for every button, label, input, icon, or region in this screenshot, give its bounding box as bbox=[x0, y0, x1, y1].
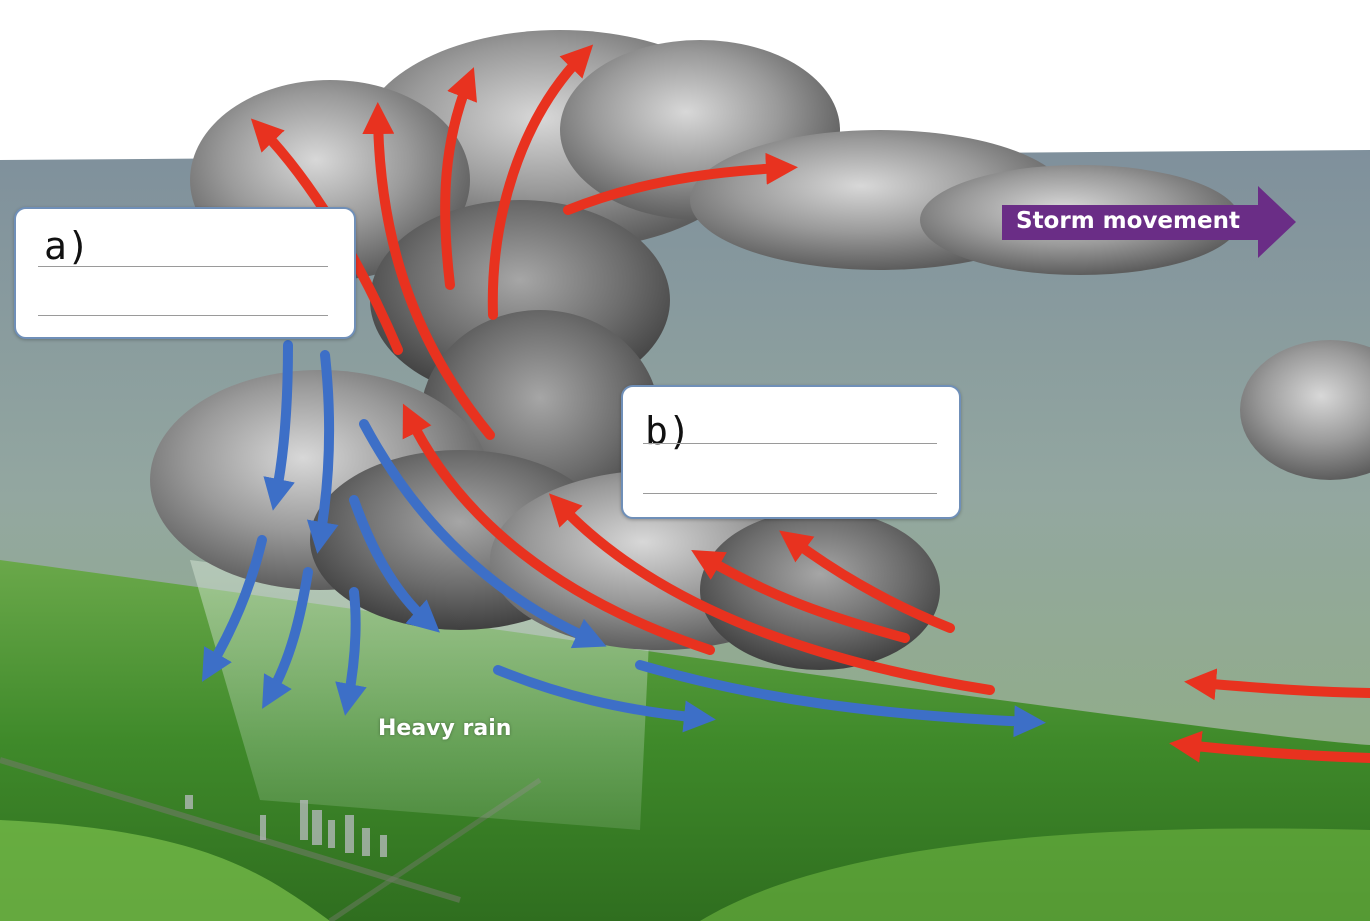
heavy-rain-label: Heavy rain bbox=[378, 716, 512, 741]
answer-box-a[interactable]: a) bbox=[14, 207, 356, 339]
thunderstorm-diagram: a) b) Storm movement Heavy rain bbox=[0, 0, 1370, 921]
label-b: b) bbox=[645, 409, 691, 453]
answer-line bbox=[643, 493, 937, 494]
answer-line bbox=[38, 315, 328, 316]
storm-movement-label: Storm movement bbox=[1016, 208, 1240, 234]
answer-line bbox=[643, 443, 937, 444]
answer-box-b[interactable]: b) bbox=[621, 385, 961, 519]
answer-line bbox=[38, 266, 328, 267]
label-a: a) bbox=[44, 224, 90, 268]
